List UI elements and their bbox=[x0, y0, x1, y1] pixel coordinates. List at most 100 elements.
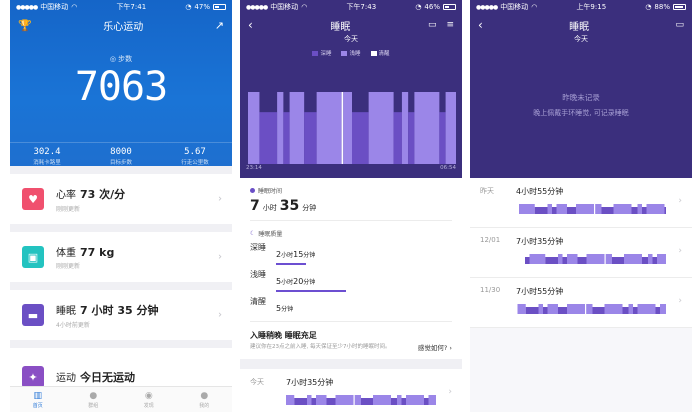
chevron-right-icon: › bbox=[448, 387, 452, 397]
tab-me[interactable]: ● 我的 bbox=[177, 387, 233, 412]
mini-segment bbox=[604, 304, 623, 314]
mini-segment bbox=[624, 254, 642, 264]
mini-segment bbox=[517, 304, 526, 314]
nav-bar: 🏆 乐心运动 ↗ bbox=[10, 14, 232, 36]
sleep-segment-light bbox=[445, 92, 456, 164]
mini-segment bbox=[525, 307, 539, 314]
steps-icon: ◎ bbox=[109, 55, 116, 63]
bed-icon: ▬ bbox=[22, 304, 44, 326]
quality-light: 浅睡 5小时20分钟 bbox=[250, 269, 452, 292]
chevron-right-icon: › bbox=[678, 246, 682, 256]
history-row-1201[interactable]: 12/01 7小时35分钟 › bbox=[470, 228, 692, 278]
sleep-segment-deep bbox=[393, 112, 402, 164]
sleep-segment-light bbox=[289, 92, 305, 164]
mini-segment bbox=[605, 254, 612, 264]
wear-hint: 晚上佩戴手环睡觉, 可记录睡眠 bbox=[533, 109, 629, 117]
mini-segment bbox=[556, 204, 567, 214]
steps-count[interactable]: 7063 bbox=[10, 64, 232, 110]
quality-awake: 清醒 5分钟 bbox=[250, 297, 294, 313]
mini-segment bbox=[637, 304, 656, 314]
start-time: 23:14 bbox=[246, 165, 262, 171]
sleep-segment-deep bbox=[352, 112, 369, 164]
mini-segment bbox=[397, 395, 402, 405]
dot-icon bbox=[250, 188, 255, 193]
sleep-segment-light bbox=[414, 92, 440, 164]
phone-sleep-detail: ●●●●● 中国移动 ◠ 下午7:43 ◔ 46% ‹ 睡眠 ▭ ≡ 今天 深睡 浅睡 … bbox=[240, 0, 462, 412]
sleep-segment-deep bbox=[304, 112, 317, 164]
nav-bar: ‹ 睡眠 ▭ ≡ bbox=[240, 14, 462, 36]
alarm-icon: ◔ bbox=[185, 3, 192, 11]
scale-icon: ▣ bbox=[22, 246, 44, 268]
wifi-icon: ◠ bbox=[531, 3, 538, 11]
menu-icon[interactable]: ≡ bbox=[446, 20, 454, 30]
compass-icon: ◉ bbox=[144, 390, 153, 401]
page-title: 乐心运动 bbox=[103, 21, 144, 33]
mini-segment bbox=[373, 395, 391, 405]
legend-awake: 清醒 bbox=[370, 49, 390, 57]
mini-segment bbox=[537, 254, 546, 264]
mini-segment bbox=[612, 257, 624, 264]
mini-chart bbox=[525, 254, 666, 264]
sleep-advice: 入睡稍晚 睡眠充足 建议你在23点之前入睡, 每天保证至少7小时的睡眠时间。 感… bbox=[250, 331, 452, 352]
mini-chart bbox=[517, 304, 666, 314]
mini-segment bbox=[529, 254, 537, 264]
share-icon[interactable]: ↗ bbox=[215, 19, 224, 32]
heart-rate-card[interactable]: ♥ 心率 73 次/分 刚刚更新 › bbox=[10, 174, 232, 232]
chevron-right-icon: › bbox=[218, 309, 222, 321]
sleep-segment-deep bbox=[283, 112, 290, 164]
no-record-message: 昨晚未记录 bbox=[562, 93, 600, 102]
trophy-icon[interactable]: 🏆 bbox=[18, 19, 32, 32]
history-row-1130[interactable]: 11/30 7小时55分钟 › bbox=[470, 278, 692, 328]
battery-icon bbox=[212, 4, 226, 10]
date-label: 今天 bbox=[344, 35, 358, 43]
mini-segment bbox=[642, 207, 647, 214]
page-title: 睡眠 bbox=[330, 21, 351, 33]
today-summary-row[interactable]: 今天 7小时35分钟 › bbox=[240, 369, 462, 405]
mini-segment bbox=[604, 254, 606, 264]
feedback-link[interactable]: 感觉如何? › bbox=[418, 342, 452, 352]
back-icon[interactable]: ‹ bbox=[248, 18, 253, 32]
mini-segment bbox=[406, 395, 424, 405]
steps-label: ◎ 步数 bbox=[109, 55, 133, 63]
battery-percent: 47% bbox=[194, 3, 210, 11]
mini-segment bbox=[633, 307, 638, 314]
battery-icon bbox=[672, 4, 686, 10]
history-row-yesterday[interactable]: 昨天 4小时55分钟 › bbox=[470, 178, 692, 228]
mini-segment bbox=[353, 395, 355, 405]
sleep-segment-awake bbox=[341, 92, 344, 164]
sleep-segment-light bbox=[368, 92, 394, 164]
sleep-stage-chart[interactable] bbox=[248, 92, 456, 164]
mini-segment bbox=[519, 204, 527, 214]
tab-home[interactable]: ▥ 首页 bbox=[10, 387, 66, 412]
weight-card[interactable]: ▣ 体重 77 kg 刚刚更新 › bbox=[10, 232, 232, 290]
stat-goal: 8000 目标步数 bbox=[109, 147, 132, 166]
mini-segment bbox=[586, 304, 593, 314]
today-mini-chart bbox=[286, 395, 436, 405]
date-label: 今天 bbox=[574, 35, 588, 43]
sleep-time-heading: 睡眠时间 bbox=[250, 186, 452, 195]
heart-icon: ♥ bbox=[22, 188, 44, 210]
steps-header: ●●●●● 中国移动 ◠ 下午7:41 ◔ 47% 🏆 乐心运动 ↗ ◎ 步数 706… bbox=[10, 0, 232, 166]
mini-segment bbox=[601, 207, 614, 214]
tab-discover[interactable]: ◉ 发现 bbox=[121, 387, 177, 412]
tab-group[interactable]: ● 群组 bbox=[66, 387, 122, 412]
sleep-segment-light bbox=[277, 92, 284, 164]
image-icon[interactable]: ▭ bbox=[675, 20, 684, 30]
page-title: 睡眠 bbox=[569, 21, 590, 33]
signal-icon: ●●●●● bbox=[246, 3, 268, 11]
mini-segment bbox=[307, 395, 312, 405]
image-icon[interactable]: ▭ bbox=[428, 20, 437, 30]
total-sleep: 7 小时 35 分钟 bbox=[250, 198, 317, 214]
sleep-segment-deep bbox=[439, 112, 446, 164]
status-bar: ●●●●● 中国移动 ◠ 下午7:43 ◔ 46% bbox=[240, 0, 462, 14]
mini-segment bbox=[335, 395, 354, 405]
legend-deep: 深睡 bbox=[312, 49, 331, 57]
signal-icon: ●●●●● bbox=[16, 3, 38, 11]
sleep-segment-light bbox=[316, 92, 342, 164]
phone-home-screen: ●●●●● 中国移动 ◠ 下午7:41 ◔ 47% 🏆 乐心运动 ↗ ◎ 步数 706… bbox=[10, 0, 232, 412]
back-icon[interactable]: ‹ bbox=[478, 18, 483, 32]
mini-segment bbox=[525, 257, 530, 264]
mini-segment bbox=[294, 398, 307, 405]
sleep-card[interactable]: ▬ 睡眠 7 小时 35 分钟 4小时前更新 › bbox=[10, 290, 232, 348]
mini-segment bbox=[547, 304, 558, 314]
